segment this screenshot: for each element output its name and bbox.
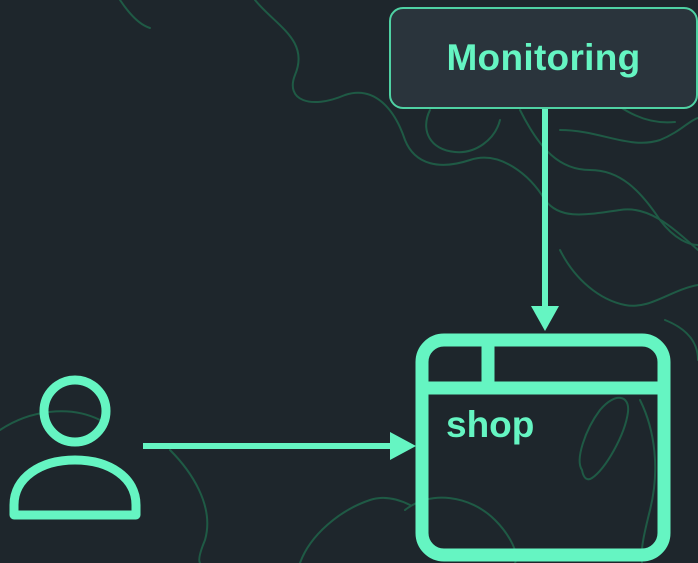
monitoring-label: Monitoring [446,37,641,78]
monitoring-node[interactable]: Monitoring [389,7,698,109]
diagram-canvas: Monitoring shop [0,0,698,563]
arrowhead-down [531,306,559,331]
user-icon [9,375,141,520]
shop-label: shop [446,404,535,445]
browser-window-icon [415,333,671,562]
arrowhead-right [390,432,416,460]
